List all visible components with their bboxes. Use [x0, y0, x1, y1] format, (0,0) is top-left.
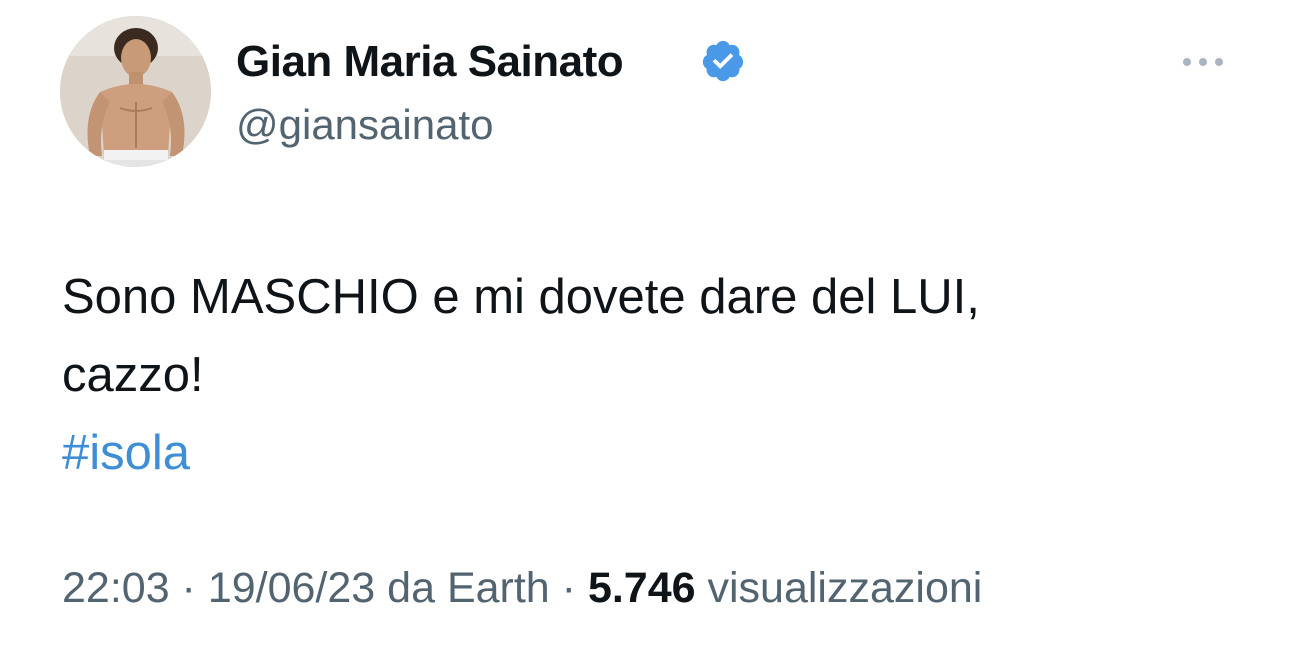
- more-options-icon[interactable]: [1180, 52, 1226, 72]
- avatar[interactable]: [60, 16, 211, 167]
- profile-photo: [60, 16, 211, 167]
- views-label: visualizzazioni: [695, 564, 983, 612]
- views-count[interactable]: 5.746: [588, 564, 696, 612]
- author-handle[interactable]: @giansainato: [236, 100, 493, 150]
- tweet-time[interactable]: 22:03: [62, 564, 170, 612]
- tweet-text-line: Sono MASCHIO e mi dovete dare del LUI,: [62, 270, 980, 324]
- tweet-source: da Earth: [375, 564, 550, 612]
- author-display-name[interactable]: Gian Maria Sainato: [236, 36, 624, 88]
- tweet-card: Gian Maria Sainato @giansainato Sono MAS…: [0, 0, 1290, 653]
- tweet-text-line: cazzo!: [62, 348, 204, 402]
- tweet-date[interactable]: 19/06/23: [208, 564, 375, 612]
- verified-badge-icon: [702, 40, 744, 82]
- hashtag-link[interactable]: #isola: [62, 414, 1222, 492]
- tweet-text: Sono MASCHIO e mi dovete dare del LUI, c…: [62, 258, 1222, 492]
- separator: ·: [169, 564, 208, 612]
- tweet-meta: 22:03 · 19/06/23 da Earth · 5.746 visual…: [62, 562, 982, 614]
- separator: ·: [549, 564, 588, 612]
